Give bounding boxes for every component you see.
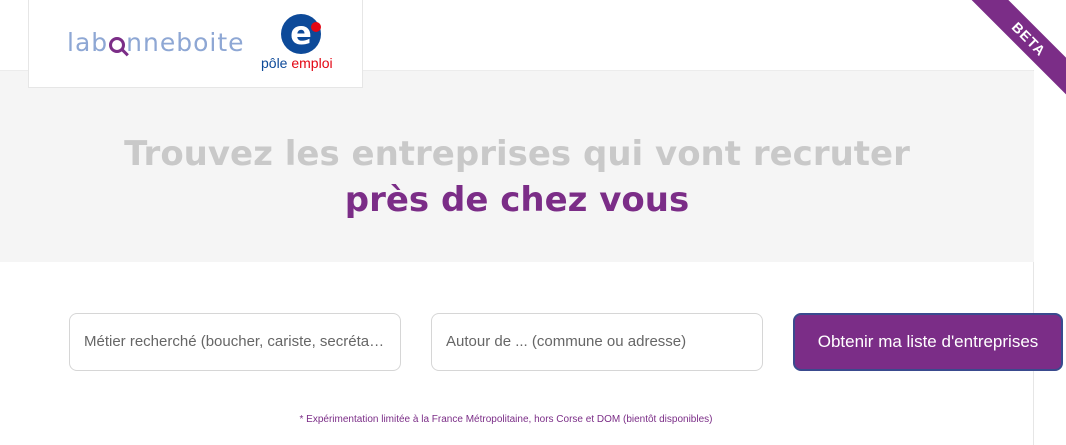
get-company-list-button[interactable]: Obtenir ma liste d'entreprises [793, 313, 1063, 371]
hero-title: Trouvez les entreprises qui vont recrute… [124, 134, 910, 174]
hero-subtitle: près de chez vous [344, 180, 690, 220]
location-search-input[interactable]: Autour de ... (commune ou adresse) [431, 313, 763, 371]
pole-emploi-dot-icon [311, 22, 321, 32]
pole-emploi-word-1: pôle [261, 55, 288, 71]
beta-badge: BETA [966, 0, 1066, 100]
scrollbar[interactable] [1033, 70, 1066, 445]
pole-emploi-letter: e [290, 14, 312, 52]
beta-ribbon-container: BETA [966, 0, 1066, 100]
hero-section: Trouvez les entreprises qui vont recrute… [0, 71, 1034, 262]
pole-emploi-word-2: emploi [291, 55, 333, 71]
logo-text-prefix: lab [67, 28, 109, 57]
footnote: * Expérimentation limitée à la France Mé… [299, 414, 713, 425]
labonneboite-logo[interactable]: lab nneboite [67, 28, 245, 57]
job-search-input[interactable]: Métier recherché (boucher, cariste, secr… [69, 313, 401, 371]
pole-emploi-logo[interactable]: e pôle emploi [261, 14, 351, 74]
logo-container: lab nneboite e pôle emploi [28, 0, 363, 88]
logo-text-suffix: nneboite [126, 28, 245, 57]
magnifier-icon [109, 37, 126, 53]
pole-emploi-e-icon: e [281, 14, 321, 54]
pole-emploi-wordmark: pôle emploi [261, 55, 333, 71]
